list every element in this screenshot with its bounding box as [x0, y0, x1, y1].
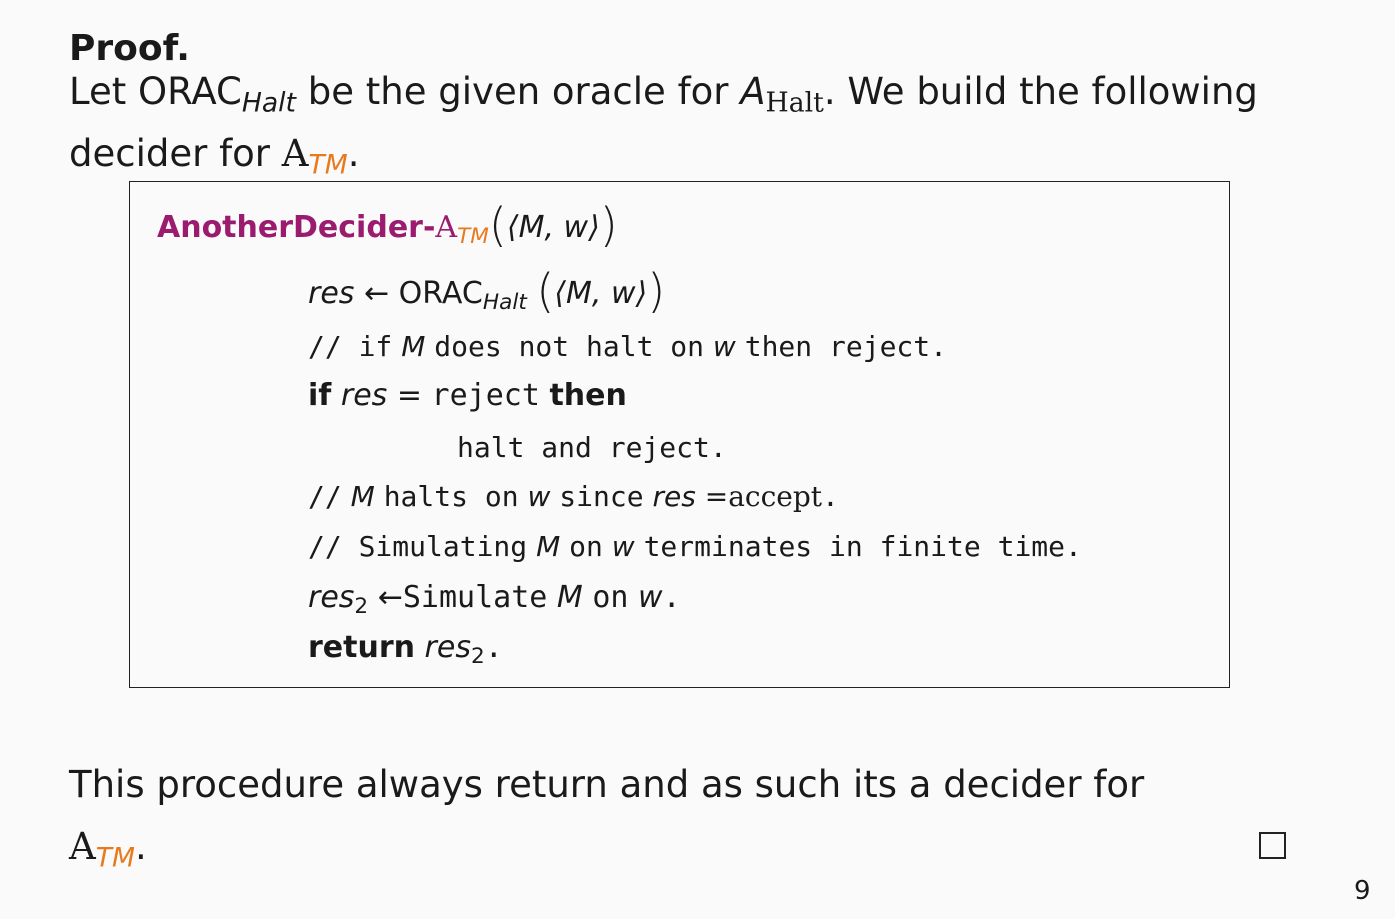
a-halt-symbol: AHalt: [740, 70, 824, 119]
algorithm-name-sub: TM: [457, 224, 489, 250]
intro-decider-for: decider for: [69, 132, 270, 175]
intro-build: . We build the following: [823, 70, 1258, 113]
atm-symbol-conclusion: ATM: [69, 825, 135, 874]
comment-line-3: // Simulating M on w terminates in finit…: [308, 530, 1082, 563]
qed-square-icon: [1259, 832, 1286, 859]
conclusion-line-1: This procedure always return and as such…: [69, 763, 1145, 806]
comment-line-2: // M halts on w since res =accept.: [308, 480, 839, 513]
intro-line-1: Let ORACHalt be the given oracle for AHa…: [69, 70, 1258, 119]
intro-let: Let: [69, 70, 127, 113]
conclusion-period: .: [134, 825, 147, 868]
conclusion-line-2: ATM.: [69, 825, 147, 874]
proof-heading: Proof.: [69, 28, 190, 69]
algorithm-header: AnotherDecider-ATM(⟨M, w⟩): [157, 198, 618, 252]
intro-period: .: [347, 132, 360, 175]
orac-symbol: ORACHalt: [138, 70, 297, 119]
simulate-line: res2 ←Simulate M on w.: [308, 580, 681, 620]
if-line: if res = reject then: [308, 378, 627, 413]
algorithm-name: AnotherDecider-: [157, 210, 436, 245]
algorithm-name-a: A: [435, 210, 458, 245]
halt-reject-line: halt and reject.: [457, 431, 727, 464]
intro-line-2: decider for ATM.: [69, 132, 360, 181]
return-line: return res2.: [308, 630, 503, 670]
page-number: 9: [1354, 876, 1371, 906]
atm-symbol: ATM: [281, 132, 348, 181]
intro-be-given: be the given oracle for: [307, 70, 729, 113]
comment-line-1: // if M does not halt on w then reject.: [308, 330, 948, 363]
algorithm-input: ⟨M, w⟩: [506, 210, 600, 245]
algorithm-box: AnotherDecider-ATM(⟨M, w⟩) res ← ORACHal…: [129, 181, 1230, 688]
line-oracle-call: res ← ORACHalt (⟨M, w⟩): [308, 264, 666, 318]
